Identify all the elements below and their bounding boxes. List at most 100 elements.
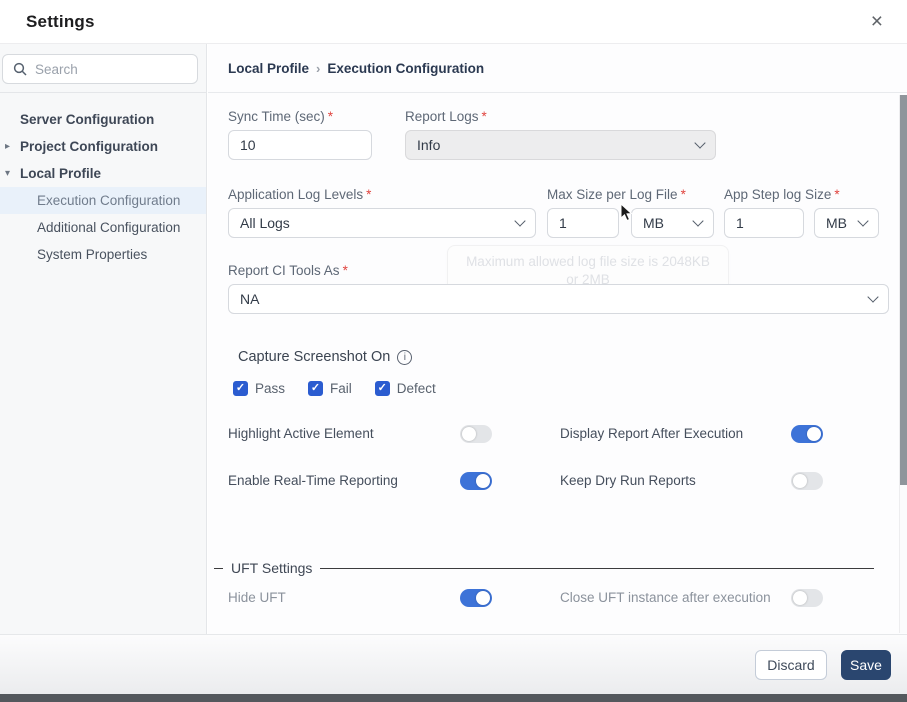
breadcrumb: Local Profile › Execution Configuration: [208, 44, 907, 93]
uft-settings-divider: UFT Settings: [214, 560, 874, 576]
app-step-log-size-field: App Step log Size* MB: [724, 187, 884, 238]
close-icon[interactable]: ×: [871, 11, 883, 32]
sidebar-item-label: Execution Configuration: [37, 193, 181, 208]
sidebar-item-label: Server Configuration: [20, 112, 155, 127]
highlight-active-element-label: Highlight Active Element: [228, 426, 374, 441]
report-ci-tools-value: NA: [240, 291, 260, 307]
toggle-knob: [793, 474, 807, 488]
report-logs-label: Report Logs *: [405, 109, 487, 124]
fail-checkbox-item[interactable]: ✓ Fail: [308, 381, 352, 396]
enable-real-time-reporting-toggle[interactable]: [460, 472, 492, 490]
max-log-size-field: Max Size per Log File* MB: [547, 187, 714, 238]
uft-settings-title: UFT Settings: [231, 560, 313, 576]
app-step-log-size-unit-value: MB: [826, 215, 847, 231]
save-button[interactable]: Save: [841, 649, 891, 680]
required-asterisk: *: [481, 109, 487, 124]
sidebar-item-execution-configuration[interactable]: Execution Configuration: [0, 187, 206, 214]
check-icon: ✓: [310, 382, 321, 394]
required-asterisk: *: [680, 187, 686, 202]
fail-checkbox[interactable]: ✓: [308, 381, 324, 396]
search-area: [0, 44, 206, 93]
sidebar-item-system-properties[interactable]: System Properties: [0, 241, 206, 268]
app-step-log-size-input[interactable]: [724, 208, 804, 238]
sidebar-item-additional-configuration[interactable]: Additional Configuration: [0, 214, 206, 241]
defect-checkbox[interactable]: ✓: [374, 381, 390, 396]
capture-screenshot-options: ✓ Pass ✓ Fail ✓ Defect: [233, 381, 436, 396]
search-icon: [13, 62, 27, 76]
sidebar-item-local-profile[interactable]: ▾ Local Profile: [0, 160, 206, 187]
report-ci-tools-field: Report CI Tools As * NA: [228, 263, 889, 314]
capture-screenshot-heading: Capture Screenshot On i: [238, 349, 413, 365]
hide-uft-label: Hide UFT: [228, 590, 286, 605]
chevron-down-icon: [857, 215, 869, 227]
sync-time-label: Sync Time (sec) *: [228, 109, 334, 124]
sync-time-field: Sync Time (sec) *: [228, 109, 372, 160]
sidebar-item-server-configuration[interactable]: Server Configuration: [0, 106, 206, 133]
check-icon: ✓: [235, 382, 246, 394]
enable-real-time-reporting-label: Enable Real-Time Reporting: [228, 473, 398, 488]
display-report-after-execution-toggle[interactable]: [791, 425, 823, 443]
defect-checkbox-item[interactable]: ✓ Defect: [374, 381, 436, 396]
dialog-titlebar: Settings ×: [0, 0, 907, 44]
breadcrumb-item-local-profile[interactable]: Local Profile: [228, 61, 309, 76]
toggle-knob: [476, 591, 490, 605]
pass-checkbox-item[interactable]: ✓ Pass: [233, 381, 285, 396]
search-box[interactable]: [2, 54, 198, 84]
defect-checkbox-label: Defect: [396, 381, 436, 396]
required-asterisk: *: [366, 187, 372, 202]
chevron-right-icon[interactable]: ▸: [5, 133, 17, 160]
max-log-size-unit-select[interactable]: MB: [631, 208, 714, 238]
app-step-log-size-unit-select[interactable]: MB: [814, 208, 879, 238]
required-asterisk: *: [834, 187, 840, 202]
sidebar-item-label: System Properties: [37, 247, 148, 262]
close-uft-instance-toggle[interactable]: [791, 589, 823, 607]
sidebar-item-label: Additional Configuration: [37, 220, 181, 235]
toggle-knob: [462, 427, 476, 441]
pass-checkbox-label: Pass: [255, 381, 286, 396]
info-icon[interactable]: i: [397, 349, 413, 365]
app-step-log-size-label: App Step log Size *: [724, 187, 840, 202]
settings-tree: Server Configuration ▸ Project Configura…: [0, 93, 206, 268]
toggle-knob: [793, 591, 807, 605]
capture-screenshot-label: Capture Screenshot On: [238, 349, 391, 365]
breadcrumb-separator: ›: [316, 60, 321, 76]
application-log-levels-field: Application Log Levels * All Logs: [228, 187, 536, 238]
search-input[interactable]: [35, 61, 187, 77]
report-ci-tools-select[interactable]: NA: [228, 284, 889, 314]
divider-line: [214, 567, 223, 569]
window-bottom-edge: [0, 694, 907, 702]
application-log-levels-select[interactable]: All Logs: [228, 208, 536, 238]
sidebar: Server Configuration ▸ Project Configura…: [0, 44, 207, 634]
sidebar-item-project-configuration[interactable]: ▸ Project Configuration: [0, 133, 206, 160]
max-log-size-unit-value: MB: [643, 215, 664, 231]
chevron-down-icon: [514, 215, 526, 227]
sidebar-item-label: Local Profile: [20, 166, 102, 181]
keep-dry-run-reports-label: Keep Dry Run Reports: [560, 473, 696, 488]
report-logs-field: Report Logs * Info: [405, 109, 716, 160]
dialog-title: Settings: [26, 11, 95, 31]
chevron-down-icon: [867, 291, 879, 303]
sync-time-input[interactable]: [228, 130, 372, 160]
scrollbar-thumb[interactable]: [900, 95, 907, 485]
highlight-active-element-toggle[interactable]: [460, 425, 492, 443]
sidebar-item-label: Project Configuration: [20, 139, 158, 154]
display-report-after-execution-label: Display Report After Execution: [560, 426, 744, 441]
discard-button[interactable]: Discard: [755, 649, 827, 680]
application-log-levels-label: Application Log Levels *: [228, 187, 372, 202]
chevron-down-icon: [692, 215, 704, 227]
content-panel: Local Profile › Execution Configuration …: [208, 44, 907, 634]
fail-checkbox-label: Fail: [330, 381, 352, 396]
vertical-scrollbar[interactable]: [899, 95, 907, 633]
pass-checkbox[interactable]: ✓: [233, 381, 248, 396]
required-asterisk: *: [342, 263, 348, 278]
max-log-size-input[interactable]: [547, 208, 619, 238]
hide-uft-toggle[interactable]: [460, 589, 492, 607]
report-logs-select[interactable]: Info: [405, 130, 716, 160]
breadcrumb-item-execution-configuration: Execution Configuration: [327, 60, 485, 76]
divider-line: [320, 567, 874, 569]
max-log-size-label: Max Size per Log File *: [547, 187, 686, 202]
keep-dry-run-reports-toggle[interactable]: [791, 472, 823, 490]
application-log-levels-value: All Logs: [240, 215, 290, 231]
required-asterisk: *: [327, 109, 334, 124]
chevron-down-icon[interactable]: ▾: [5, 160, 17, 187]
